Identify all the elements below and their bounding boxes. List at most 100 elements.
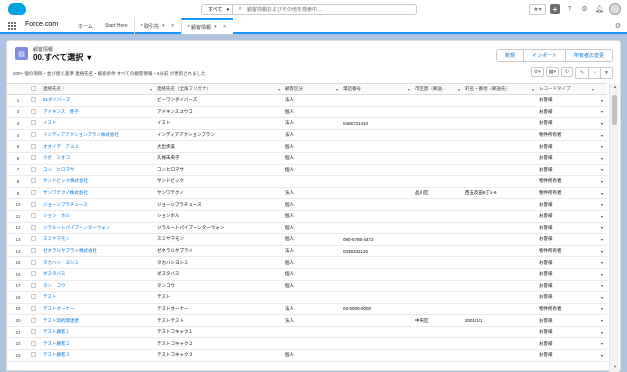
contact-name-link[interactable]: 81ダイバーズ (41, 94, 155, 107)
contact-name-link[interactable]: コン ヒロマサ (41, 164, 155, 177)
column-menu-chevron-icon[interactable]: ▾ (278, 87, 281, 92)
row-actions-icon[interactable]: ▾ (597, 291, 607, 304)
row-actions-icon[interactable]: ▾ (597, 175, 607, 188)
row-checkbox[interactable] (31, 282, 36, 288)
row-actions-icon[interactable]: ▾ (597, 314, 607, 327)
row-actions-icon[interactable]: ▾ (597, 349, 607, 362)
import-button[interactable]: インポート (522, 50, 565, 61)
row-actions-icon[interactable]: ▾ (597, 152, 607, 165)
row-checkbox[interactable] (31, 340, 36, 346)
close-tab-icon[interactable]: ✕ (223, 24, 227, 30)
row-actions-icon[interactable]: ▾ (597, 337, 607, 351)
row-actions-icon[interactable]: ▾ (597, 233, 607, 246)
display-as-table-icon[interactable]: ▦▾ (545, 67, 559, 77)
contact-name-link[interactable]: アドキンス 善子 (41, 106, 155, 119)
search-input[interactable]: 顧客情報およびその他を検索中... (247, 6, 321, 13)
nav-settings-icon[interactable]: ⚙ (615, 22, 621, 30)
contact-name-link[interactable]: サンワテクノ株式会社 (41, 187, 155, 200)
row-actions-icon[interactable]: ▾ (597, 268, 607, 281)
contact-name-link[interactable]: ション ホル (41, 210, 155, 223)
avatar[interactable] (609, 3, 621, 15)
column-menu-chevron-icon[interactable]: ▾ (458, 87, 461, 92)
column-header[interactable]: 電話番号 ▾ (341, 83, 413, 95)
setup-gear-icon[interactable]: ⚙ (579, 4, 590, 15)
row-checkbox[interactable] (31, 166, 36, 172)
row-checkbox[interactable] (31, 97, 36, 103)
row-checkbox[interactable] (31, 259, 36, 265)
scrollbar-thumb[interactable] (612, 95, 617, 125)
help-icon[interactable]: ? (564, 4, 575, 15)
nav-tab[interactable]: * 取引先 ▾ ✕ (133, 18, 181, 34)
row-actions-icon[interactable]: ▾ (597, 129, 607, 142)
column-header[interactable]: レコードタイプ ▾ (537, 83, 597, 95)
row-checkbox[interactable] (31, 224, 36, 230)
contact-name-link[interactable]: テストオーナー (41, 303, 155, 316)
vertical-scrollbar[interactable]: ▲ ▼ (609, 83, 619, 372)
row-checkbox[interactable] (31, 294, 36, 300)
row-actions-icon[interactable]: ▾ (597, 245, 607, 258)
contact-name-link[interactable]: ジラルートパイプーンターウォン (41, 222, 155, 235)
contact-name-link[interactable]: サンドビック株式会社 (41, 175, 155, 188)
row-actions-icon[interactable]: ▾ (597, 198, 607, 211)
row-checkbox[interactable] (31, 236, 36, 242)
contact-name-link[interactable]: テスト顧客１ (41, 326, 155, 339)
nav-tab[interactable]: ホーム (72, 18, 99, 34)
chevron-down-icon[interactable]: ▾ (162, 23, 165, 29)
column-menu-chevron-icon[interactable]: ▾ (592, 87, 595, 92)
new-button[interactable]: 新規 (496, 50, 523, 61)
global-actions-icon[interactable]: + (550, 4, 560, 14)
row-checkbox[interactable] (31, 108, 36, 114)
row-checkbox[interactable] (31, 190, 36, 196)
global-search[interactable]: すべて ▾ ⌕ 顧客情報およびその他を検索中... (201, 4, 417, 15)
contact-name-link[interactable]: ダスタバス (41, 268, 155, 281)
scroll-down-icon[interactable]: ▼ (611, 364, 619, 371)
contact-name-link[interactable]: ジョージプラチュース (41, 198, 155, 211)
row-checkbox[interactable] (31, 317, 36, 323)
row-actions-icon[interactable]: ▾ (597, 222, 607, 235)
column-header[interactable]: 顧客区分 ▾ (283, 83, 341, 95)
row-checkbox[interactable] (31, 132, 36, 138)
contact-name-link[interactable]: タン コウ (41, 280, 155, 293)
row-checkbox[interactable] (31, 201, 36, 207)
column-header[interactable]: 町名・番地（郵送先） ▾ (463, 83, 537, 95)
row-checkbox[interactable] (31, 143, 36, 149)
contact-name-link[interactable]: スミヤマモン (41, 233, 155, 246)
row-checkbox[interactable] (31, 213, 36, 219)
contact-name-link[interactable]: ゼネラルサプライ株式会社 (41, 245, 155, 258)
column-menu-chevron-icon[interactable]: ▾ (150, 87, 153, 92)
column-header[interactable]: 連絡先名（全角フリガナ） ▾ (155, 83, 283, 95)
contact-name-link[interactable]: クボ ミオコ (41, 152, 155, 165)
change-owner-button[interactable]: 所有者の変更 (564, 50, 612, 61)
search-scope-dropdown[interactable]: すべて ▾ (202, 5, 233, 14)
contact-name-link[interactable]: インディアアクションプラン株式会社 (41, 129, 155, 142)
contact-name-link[interactable]: タカハシ ヨシミ (41, 256, 155, 269)
list-view-selector[interactable]: 00.すべて選択 ▾ (33, 52, 91, 63)
row-actions-icon[interactable]: ▾ (597, 326, 607, 339)
nav-tab[interactable]: Start Here (99, 18, 134, 34)
select-all-checkbox[interactable] (31, 86, 36, 91)
row-checkbox[interactable] (31, 352, 36, 358)
row-actions-icon[interactable]: ▾ (597, 106, 607, 119)
edit-pencil-icon[interactable]: ✎ (576, 68, 588, 78)
column-menu-chevron-icon[interactable]: ▾ (336, 87, 339, 92)
row-actions-icon[interactable]: ▾ (597, 187, 607, 200)
row-actions-icon[interactable]: ▾ (597, 303, 607, 316)
row-checkbox[interactable] (31, 155, 36, 161)
row-checkbox[interactable] (31, 248, 36, 254)
row-actions-icon[interactable]: ▾ (597, 256, 607, 269)
list-settings-gear-icon[interactable]: ⚙▾ (530, 67, 544, 77)
row-checkbox[interactable] (31, 178, 36, 184)
scroll-up-icon[interactable]: ▲ (611, 84, 619, 91)
column-menu-chevron-icon[interactable]: ▾ (532, 87, 535, 92)
row-actions-icon[interactable]: ▾ (597, 280, 607, 293)
filter-icon[interactable]: ▼ (600, 68, 612, 78)
row-actions-icon[interactable]: ▾ (597, 94, 607, 107)
contact-name-link[interactable]: オオイデ アユミ (41, 140, 155, 153)
row-checkbox[interactable] (31, 271, 36, 277)
row-actions-icon[interactable]: ▾ (597, 164, 607, 177)
chart-icon[interactable]: ◔ (588, 68, 600, 78)
column-menu-chevron-icon[interactable]: ▾ (408, 87, 411, 92)
column-header[interactable]: 市区郡（郵送... ▾ (413, 83, 463, 95)
contact-name-link[interactable]: テスト契約関連者 (41, 314, 155, 327)
refresh-icon[interactable]: ↻ (561, 67, 573, 77)
